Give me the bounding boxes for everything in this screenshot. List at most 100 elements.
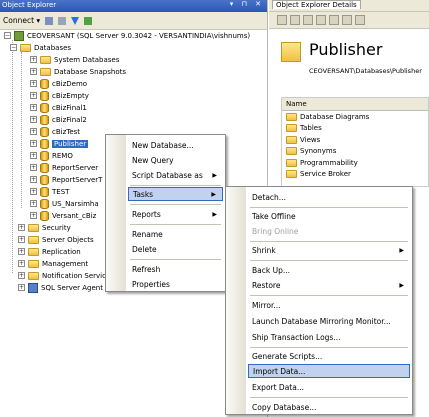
menu-tasks[interactable]: Tasks ▶ — [128, 187, 223, 201]
list-item[interactable]: Programmability — [282, 157, 428, 169]
database-icon — [40, 198, 49, 209]
object-explorer-title: Object Explorer — [2, 1, 57, 9]
tree-item-replication[interactable]: + Replication — [18, 246, 81, 257]
tree-item-database[interactable]: + cBizFinal1 — [30, 102, 87, 113]
report-icon[interactable] — [355, 15, 365, 25]
submenu-arrow-icon: ▶ — [399, 246, 404, 254]
tree-item-database[interactable]: + cBizDemo — [30, 78, 87, 89]
tab-object-explorer-details[interactable]: Object Explorer Details — [272, 0, 361, 9]
list-view-icon[interactable] — [329, 15, 339, 25]
tree-item-security[interactable]: + Security — [18, 222, 71, 233]
folder-icon — [286, 112, 297, 121]
folder-icon — [286, 170, 297, 179]
tree-item-system-databases[interactable]: + System Databases — [30, 54, 119, 65]
folder-icon — [286, 158, 297, 167]
filter-icon[interactable] — [316, 15, 326, 25]
forward-icon[interactable] — [290, 15, 300, 25]
menu-generate-scripts[interactable]: Generate Scripts... — [248, 349, 410, 363]
database-icon — [40, 126, 49, 137]
menu-new-query[interactable]: New Query — [128, 153, 223, 167]
folder-icon — [286, 124, 297, 133]
server-node[interactable]: − CEOVERSANT (SQL Server 9.0.3042 - VERS… — [4, 30, 250, 41]
submenu-arrow-icon: ▶ — [211, 190, 216, 198]
publisher-icon — [281, 42, 301, 62]
menu-shrink[interactable]: Shrink ▶ — [248, 243, 410, 257]
database-icon — [40, 114, 49, 125]
list-item[interactable]: Database Diagrams — [282, 111, 428, 123]
menu-export-data[interactable]: Export Data... — [248, 380, 410, 394]
tree-item-database[interactable]: + ReportServer — [30, 162, 98, 173]
tree-item-database[interactable]: + US_Narsimha — [30, 198, 99, 209]
details-title: Publisher — [309, 40, 383, 59]
server-icon — [14, 30, 24, 41]
menu-delete[interactable]: Delete — [128, 242, 223, 256]
details-path: CEOVERSANT\Databases\Publisher — [309, 67, 422, 75]
menu-back-up[interactable]: Back Up... — [248, 263, 410, 277]
folder-icon — [28, 271, 39, 280]
details-header: Publisher CEOVERSANT\Databases\Publisher — [269, 30, 429, 85]
folder-icon — [40, 55, 51, 64]
tree-item-database[interactable]: + REMO — [30, 150, 73, 161]
tree-item-database[interactable]: + ReportServerT — [30, 174, 102, 185]
tree-item-notification-services[interactable]: + Notification Services — [18, 270, 114, 281]
list-item[interactable]: Synonyms — [282, 146, 428, 158]
menu-restore[interactable]: Restore ▶ — [248, 278, 410, 292]
menu-take-offline[interactable]: Take Offline — [248, 209, 410, 223]
database-icon — [40, 174, 49, 185]
sync-icon[interactable] — [303, 15, 313, 25]
menu-launch-mirroring-monitor[interactable]: Launch Database Mirroring Monitor... — [248, 314, 410, 328]
database-icon — [40, 210, 49, 221]
menu-new-database[interactable]: New Database... — [128, 138, 223, 152]
databases-node[interactable]: − Databases — [10, 42, 71, 53]
pane-window-buttons[interactable]: ▾ ⊓ ✕ — [230, 0, 264, 8]
tree-item-database[interactable]: + cBizTest — [30, 126, 80, 137]
menu-script-database-as[interactable]: Script Database as ▶ — [128, 168, 223, 182]
folder-icon — [20, 43, 31, 52]
folder-icon — [28, 259, 39, 268]
tree-item-server-objects[interactable]: + Server Objects — [18, 234, 94, 245]
disconnect-icon[interactable] — [45, 16, 54, 25]
column-header-name[interactable]: Name — [282, 98, 428, 111]
stop-icon[interactable] — [58, 16, 67, 25]
database-icon — [40, 138, 49, 149]
tree-item-database[interactable]: + cBizFinal2 — [30, 114, 87, 125]
database-icon — [40, 102, 49, 113]
menu-refresh[interactable]: Refresh — [128, 262, 223, 276]
folder-icon — [28, 235, 39, 244]
tree-item-sql-server-agent[interactable]: + SQL Server Agent — [18, 282, 103, 293]
database-icon — [40, 150, 49, 161]
back-icon[interactable] — [277, 15, 287, 25]
object-explorer-titlebar: Object Explorer ▾ ⊓ ✕ — [0, 0, 267, 12]
list-item[interactable]: Tables — [282, 123, 428, 135]
menu-ship-transaction-logs[interactable]: Ship Transaction Logs... — [248, 330, 410, 344]
menu-reports[interactable]: Reports ▶ — [128, 207, 223, 221]
database-icon — [40, 78, 49, 89]
filter-icon[interactable] — [71, 16, 80, 25]
connect-dropdown[interactable]: Connect ▾ — [3, 16, 40, 25]
menu-rename[interactable]: Rename — [128, 227, 223, 241]
list-item[interactable]: Service Broker — [282, 169, 428, 181]
database-icon — [40, 90, 49, 101]
menu-mirror[interactable]: Mirror... — [248, 298, 410, 312]
menu-bring-online: Bring Online — [252, 226, 299, 236]
list-item[interactable]: Views — [282, 134, 428, 146]
refresh-icon[interactable] — [84, 16, 93, 25]
menu-import-data[interactable]: Import Data... — [248, 364, 410, 378]
menu-copy-database[interactable]: Copy Database... — [248, 400, 410, 414]
tree-item-database[interactable]: + cBizEmpty — [30, 90, 89, 101]
tree-item-database[interactable]: + TEST — [30, 186, 69, 197]
database-icon — [40, 162, 49, 173]
menu-detach[interactable]: Detach... — [248, 190, 410, 204]
agent-icon — [28, 282, 38, 293]
tree-item-database-selected[interactable]: + Publisher — [30, 138, 89, 149]
tree-item-management[interactable]: + Management — [18, 258, 88, 269]
submenu-arrow-icon: ▶ — [212, 210, 217, 218]
menu-properties[interactable]: Properties — [128, 277, 223, 291]
tree-item-database[interactable]: + Versant_cBiz — [30, 210, 96, 221]
tree-item-database-snapshots[interactable]: + Database Snapshots — [30, 66, 126, 77]
folder-icon — [286, 135, 297, 144]
tasks-submenu: Detach... Take Offline Bring Online Shri… — [225, 186, 413, 415]
details-toolbar — [269, 12, 429, 29]
submenu-arrow-icon: ▶ — [399, 281, 404, 289]
details-view-icon[interactable] — [342, 15, 352, 25]
